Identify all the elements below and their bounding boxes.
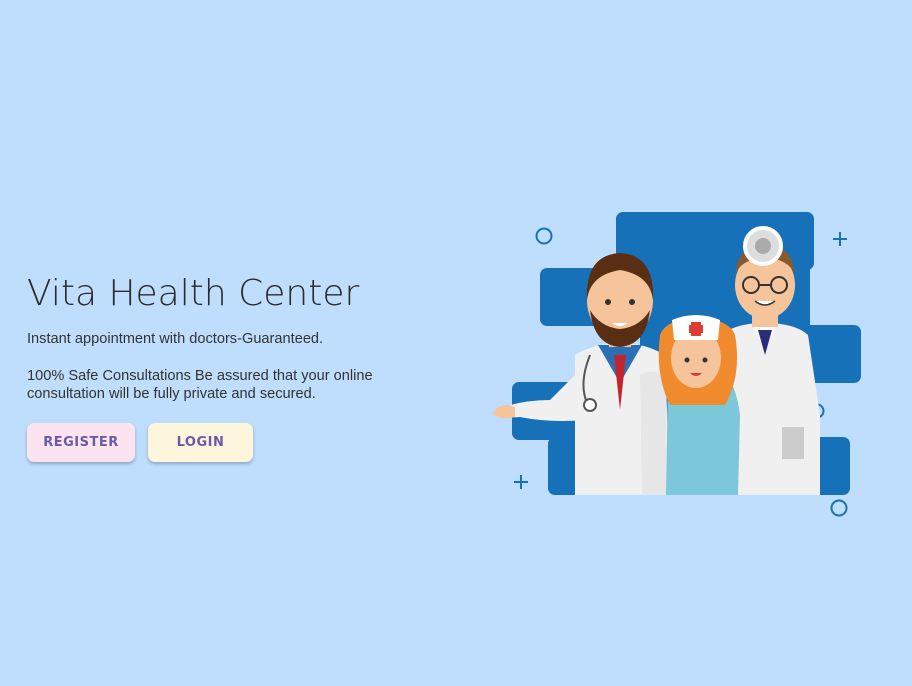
login-button[interactable]: LOGIN xyxy=(148,423,253,462)
nurse xyxy=(658,315,740,495)
register-button[interactable]: REGISTER xyxy=(27,423,135,462)
hero-section: Vita Health Center Instant appointment w… xyxy=(27,270,447,403)
landing-page: Vita Health Center Instant appointment w… xyxy=(0,0,912,686)
tagline: Instant appointment with doctors-Guarant… xyxy=(27,331,324,347)
medical-staff-illustration xyxy=(492,212,861,517)
description: 100% Safe Consultations Be assured that … xyxy=(27,368,373,402)
page-title: Vita Health Center xyxy=(27,273,360,314)
action-buttons: REGISTER LOGIN xyxy=(27,423,253,462)
